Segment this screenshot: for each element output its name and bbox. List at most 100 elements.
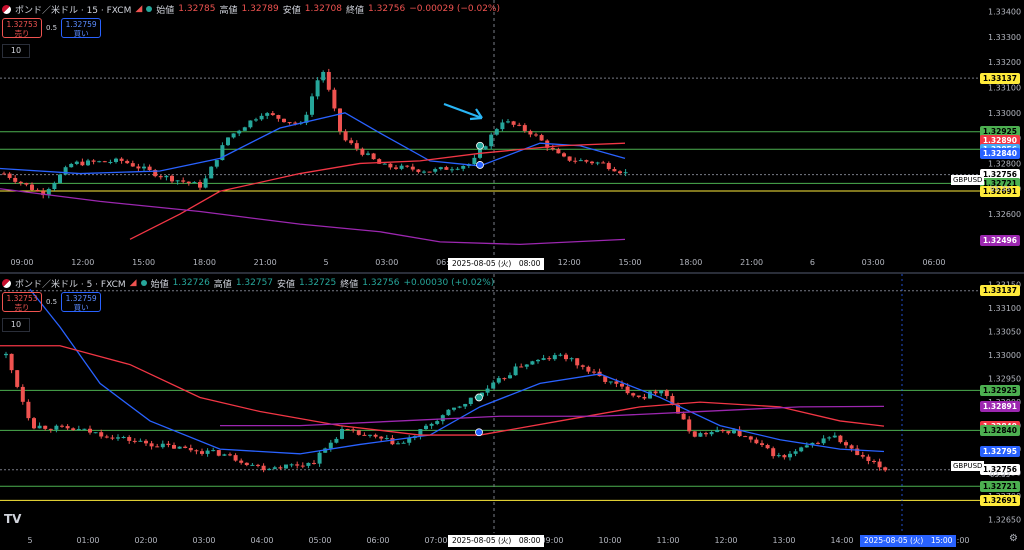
candle-body (567, 156, 572, 161)
y-tick-label: 1.33300 (988, 33, 1021, 42)
low-value: 1.32725 (299, 278, 337, 288)
candle-body (43, 425, 48, 429)
candle-body (138, 440, 143, 442)
candle-body (584, 160, 589, 162)
x-tick-label: 21:00 (740, 258, 763, 267)
open-label: 始値 (156, 5, 175, 16)
candle-body (186, 181, 191, 184)
candle-body (422, 171, 426, 173)
chart-canvas-5m[interactable]: 1.331501.331001.330501.330001.329501.329… (0, 274, 1024, 550)
candle-body (384, 438, 389, 440)
candle-body (144, 440, 148, 444)
buy-button[interactable]: 1.32759 買い (61, 18, 102, 38)
candle-body (265, 113, 270, 116)
candle-body (63, 167, 68, 175)
candle-body (102, 161, 107, 163)
chart-header: ポンド／米ドル · 5 · FXCM ◢ 始値 1.32726 高値 1.32757… (2, 276, 494, 290)
candle-body (578, 160, 583, 162)
candle-body (368, 434, 372, 436)
price-tag: 1.32840 (979, 424, 1020, 436)
candle-body (659, 390, 664, 394)
candle-body (396, 443, 400, 445)
candle-body (132, 440, 137, 442)
x-tick-label: 18:00 (679, 258, 702, 267)
candle-body (200, 451, 204, 454)
candle-body (539, 135, 544, 141)
candle-body (463, 403, 468, 407)
candle-body (595, 162, 600, 164)
buy-button[interactable]: 1.32759 買い (61, 292, 102, 312)
high-label: 高値 (213, 279, 232, 290)
candle-body (88, 428, 92, 433)
symbol-title[interactable]: ポンド／米ドル · 5 · FXCM (15, 277, 126, 290)
candle-body (872, 460, 876, 462)
candle-body (86, 160, 90, 166)
candle-body (198, 182, 202, 188)
candle-body (172, 445, 176, 449)
y-tick-label: 1.32950 (988, 375, 1021, 384)
candle-body (614, 381, 619, 384)
x-tick-label: 03:00 (862, 258, 885, 267)
chart-canvas-15m[interactable]: 1.334001.333001.332001.331001.330001.329… (0, 0, 1024, 272)
candle-body (816, 442, 820, 444)
candle-body (401, 442, 406, 444)
candle-body (233, 455, 238, 461)
settings-gear-icon[interactable]: ⚙ (1009, 533, 1018, 544)
price-tag: 1.32891 (979, 400, 1020, 412)
candle-body (317, 452, 322, 464)
candle-body (491, 382, 496, 389)
x-tick-label: 5 (323, 258, 328, 267)
close-value: 1.32756 (362, 278, 400, 288)
sell-button[interactable]: 1.32753 売り (2, 18, 42, 38)
candle-body (765, 445, 770, 449)
candle-body (166, 443, 171, 446)
candle-body (250, 464, 255, 466)
candle-body (552, 355, 557, 360)
x-tick-label: 03:00 (375, 258, 398, 267)
candle-body (720, 429, 725, 432)
price-tag: 1.33137 (979, 285, 1020, 297)
chart-pane-15m[interactable]: 1.334001.333001.332001.331001.330001.329… (0, 0, 1024, 272)
lot-size-input[interactable]: 10 (2, 44, 30, 58)
close-value: 1.32756 (368, 4, 406, 14)
candle-body (119, 158, 124, 161)
x-tick-label: 07:00 (424, 536, 447, 545)
trade-marker-icon[interactable] (476, 161, 484, 169)
candle-body (345, 429, 350, 431)
candle-body (231, 133, 236, 138)
ticker-label: GBPUSD (951, 175, 985, 185)
symbol-title[interactable]: ポンド／米ドル · 15 · FXCM (15, 3, 131, 16)
candle-body (455, 168, 460, 170)
visibility-icon[interactable]: ◢ (130, 278, 137, 288)
price-tag: 1.32795 (979, 445, 1020, 457)
trade-marker-icon[interactable] (475, 393, 483, 402)
open-value: 1.32785 (178, 4, 216, 14)
x-tick-label: 09:00 (10, 258, 33, 267)
candle-body (310, 96, 314, 115)
candle-body (52, 182, 57, 190)
candle-body (306, 462, 311, 466)
candle-body (440, 415, 445, 422)
candle-body (461, 165, 466, 169)
current-time-label: 2025-08-05 (火) 15:00 (860, 535, 957, 547)
candle-body (7, 173, 12, 178)
candle-body (388, 163, 393, 168)
price-tag: 1.32691 (979, 494, 1020, 506)
lot-size-input[interactable]: 10 (2, 318, 30, 332)
candle-body (586, 366, 591, 372)
candle-body (558, 354, 563, 356)
x-tick-label: 15:00 (618, 258, 641, 267)
trade-marker-icon[interactable] (475, 428, 483, 437)
sell-button[interactable]: 1.32753 売り (2, 292, 42, 312)
candle-body (530, 361, 535, 365)
visibility-icon[interactable]: ◢ (135, 4, 142, 14)
candle-body (472, 157, 477, 165)
candle-body (592, 371, 596, 373)
tradingview-logo[interactable]: TV (4, 512, 21, 526)
candle-body (282, 118, 286, 123)
trade-marker-icon[interactable] (476, 141, 484, 150)
candle-body (681, 413, 686, 420)
candle-body (20, 386, 25, 402)
candle-body (183, 446, 188, 448)
chart-pane-5m[interactable]: 1.331501.331001.330501.330001.329501.329… (0, 274, 1024, 550)
